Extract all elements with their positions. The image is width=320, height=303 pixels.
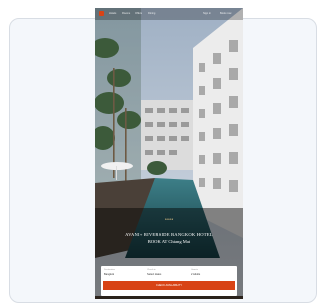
checkin-label: Check-in — [147, 269, 156, 271]
destination-label: Destination — [104, 269, 115, 271]
guests-field[interactable]: 2 Adults — [191, 273, 200, 276]
nav-sign-in-link[interactable]: Sign in — [203, 12, 211, 15]
checkin-field[interactable]: Select dates — [147, 273, 161, 276]
mobile-screenshot: Hotels Rooms Offers Dining Sign in Book … — [95, 8, 243, 299]
guests-label: Guests — [191, 269, 198, 271]
nav-item-hotels[interactable]: Hotels — [109, 12, 116, 15]
nav-item-dining[interactable]: Dining — [148, 12, 155, 15]
nav-book-now-link[interactable]: Book now — [220, 12, 231, 15]
hotel-hero-image — [95, 8, 243, 299]
hero-subtitle: BOOK AT Chiang Mai — [147, 239, 191, 244]
nav-item-rooms[interactable]: Rooms — [122, 12, 130, 15]
booking-form: Destination Bangkok Check-in Select date… — [101, 266, 237, 296]
hero-rating: ★★★★ — [164, 218, 174, 221]
brand-logo-icon[interactable] — [99, 11, 104, 16]
nav-item-offers[interactable]: Offers — [135, 12, 142, 15]
hero-title: AVANI+ RIVERSIDE BANGKOK HOTEL — [125, 232, 213, 237]
check-availability-button[interactable]: CHECK AVAILABILITY — [103, 281, 235, 290]
destination-field[interactable]: Bangkok — [104, 273, 114, 276]
